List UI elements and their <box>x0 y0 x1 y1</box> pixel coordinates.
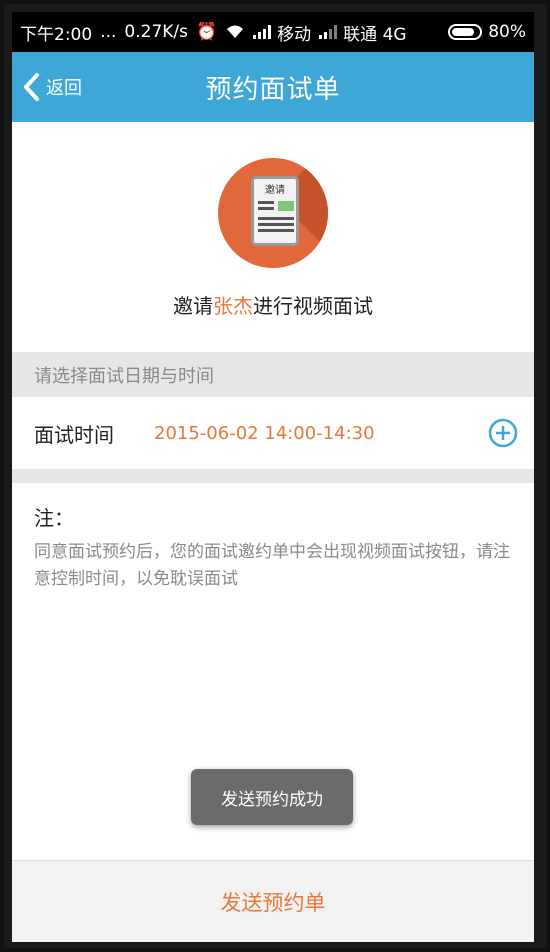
divider <box>12 469 534 483</box>
signal-icon-2 <box>319 25 339 39</box>
status-carrier2: 联通 4G <box>343 24 407 45</box>
note-title: 注： <box>34 506 74 530</box>
signal-icon <box>253 25 273 39</box>
interview-time-row[interactable]: 面试时间 2015-06-02 14:00-14:30 <box>12 397 534 469</box>
invite-text: 邀请张杰进行视频面试 <box>12 290 534 319</box>
candidate-name: 张杰 <box>213 294 253 318</box>
send-appointment-button[interactable]: 发送预约单 <box>12 860 534 942</box>
battery-icon <box>448 24 483 40</box>
chevron-left-icon <box>24 73 39 101</box>
note-text: 同意面试预约后，您的面试邀约单中会出现视频面试按钮，请注意控制时间，以免耽误面试 <box>34 542 510 589</box>
status-bar: 下午2:00 ... 0.27K/s ⏰ 移动 联通 4G 80% <box>12 12 534 52</box>
note-section: 注： 同意面试预约后，您的面试邀约单中会出现视频面试按钮，请注意控制时间，以免耽… <box>34 502 524 593</box>
invitation-icon: 邀请 <box>218 158 328 268</box>
wifi-icon <box>225 24 245 40</box>
screen: 下午2:00 ... 0.27K/s ⏰ 移动 联通 4G 80% 返回 预约面… <box>12 12 534 942</box>
section-label: 请选择面试日期与时间 <box>12 352 534 397</box>
invite-section: 邀请 邀请张杰进行视频面试 <box>12 122 534 352</box>
toast: 发送预约成功 <box>191 769 353 825</box>
status-battery: 80% <box>488 22 526 42</box>
time-label: 面试时间 <box>34 422 114 447</box>
icon-label: 邀请 <box>265 185 285 196</box>
invite-suffix: 进行视频面试 <box>253 294 373 318</box>
tablet-icon: 邀请 <box>251 176 299 246</box>
invite-prefix: 邀请 <box>173 294 213 318</box>
back-label: 返回 <box>46 78 82 99</box>
back-button[interactable]: 返回 <box>22 52 82 122</box>
status-carrier1: 移动 <box>277 24 312 45</box>
status-time: 下午2:00 <box>20 24 93 45</box>
page-title: 预约面试单 <box>205 74 341 105</box>
alarm-icon: ⏰ <box>196 22 218 42</box>
header: 返回 预约面试单 <box>12 52 534 122</box>
time-value: 2015-06-02 14:00-14:30 <box>154 422 375 444</box>
status-dots: ... <box>100 22 117 42</box>
add-time-icon[interactable] <box>488 418 518 448</box>
status-speed: 0.27K/s <box>124 22 188 42</box>
